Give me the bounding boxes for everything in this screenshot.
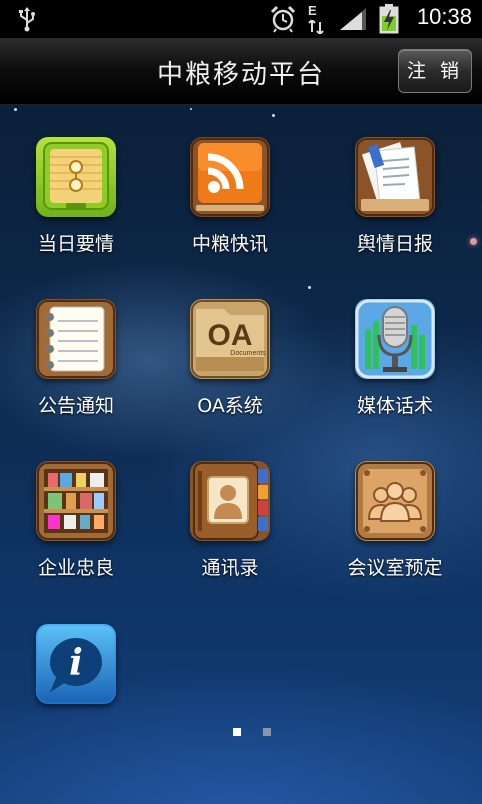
network-e-icon: E <box>308 3 324 34</box>
app-contacts[interactable]: 通讯录 <box>160 461 300 580</box>
app-label: 企业忠良 <box>37 557 114 579</box>
bookshelf-icon <box>36 461 116 541</box>
app-label: 当日要情 <box>37 233 114 255</box>
battery-charging-icon <box>378 4 400 38</box>
alarm-icon <box>270 5 296 37</box>
address-book-icon <box>190 461 270 541</box>
star <box>308 286 311 289</box>
info-badge-text: i <box>69 642 83 684</box>
app-label: 通讯录 <box>201 557 259 579</box>
rss-feed-icon <box>190 137 270 217</box>
status-bar: E 10:38 <box>0 0 482 38</box>
microphone-icon <box>355 299 435 379</box>
app-label: 中粮快讯 <box>191 233 268 255</box>
app-oa-system[interactable]: OA Documents OA系统 <box>160 299 300 418</box>
oa-badge-text: OA <box>208 319 253 352</box>
papers-tray-icon <box>355 137 435 217</box>
oa-badge-subtext: Documents <box>230 350 266 357</box>
app-label: 会议室预定 <box>347 557 443 579</box>
app-daily-briefing[interactable]: 当日要情 <box>6 137 146 256</box>
page-indicator-dot-active[interactable] <box>233 728 241 736</box>
app-cofco-news[interactable]: 中粮快讯 <box>160 137 300 256</box>
title-bar: 中粮移动平台 注 销 <box>0 38 482 105</box>
app-announcements[interactable]: 公告通知 <box>6 299 146 418</box>
notepad-icon <box>36 299 116 379</box>
app-label: 舆情日报 <box>356 233 433 255</box>
star <box>14 108 17 111</box>
app-corporate-loyalty[interactable]: 企业忠良 <box>6 461 146 580</box>
meeting-room-icon <box>355 461 435 541</box>
app-label: 媒体话术 <box>356 395 433 417</box>
app-meeting-room-booking[interactable]: 会议室预定 <box>325 461 465 580</box>
app-public-opinion-daily[interactable]: 舆情日报 <box>325 137 465 256</box>
logout-button[interactable]: 注 销 <box>398 49 472 93</box>
app-label: 公告通知 <box>37 395 114 417</box>
page-indicator-dot[interactable] <box>263 728 271 736</box>
info-bubble-icon: i <box>36 624 116 704</box>
signal-icon <box>338 6 368 36</box>
app-media-talking-points[interactable]: 媒体话术 <box>325 299 465 418</box>
network-type-label: E <box>308 3 317 18</box>
envelope-document-icon <box>36 137 116 217</box>
clock-time: 10:38 <box>416 4 472 29</box>
app-info[interactable]: i <box>6 624 146 716</box>
star <box>272 114 275 117</box>
usb-icon <box>16 6 38 36</box>
app-label: OA系统 <box>197 395 263 417</box>
star <box>470 238 477 245</box>
star <box>190 108 192 110</box>
oa-folder-icon: OA Documents <box>190 299 270 379</box>
